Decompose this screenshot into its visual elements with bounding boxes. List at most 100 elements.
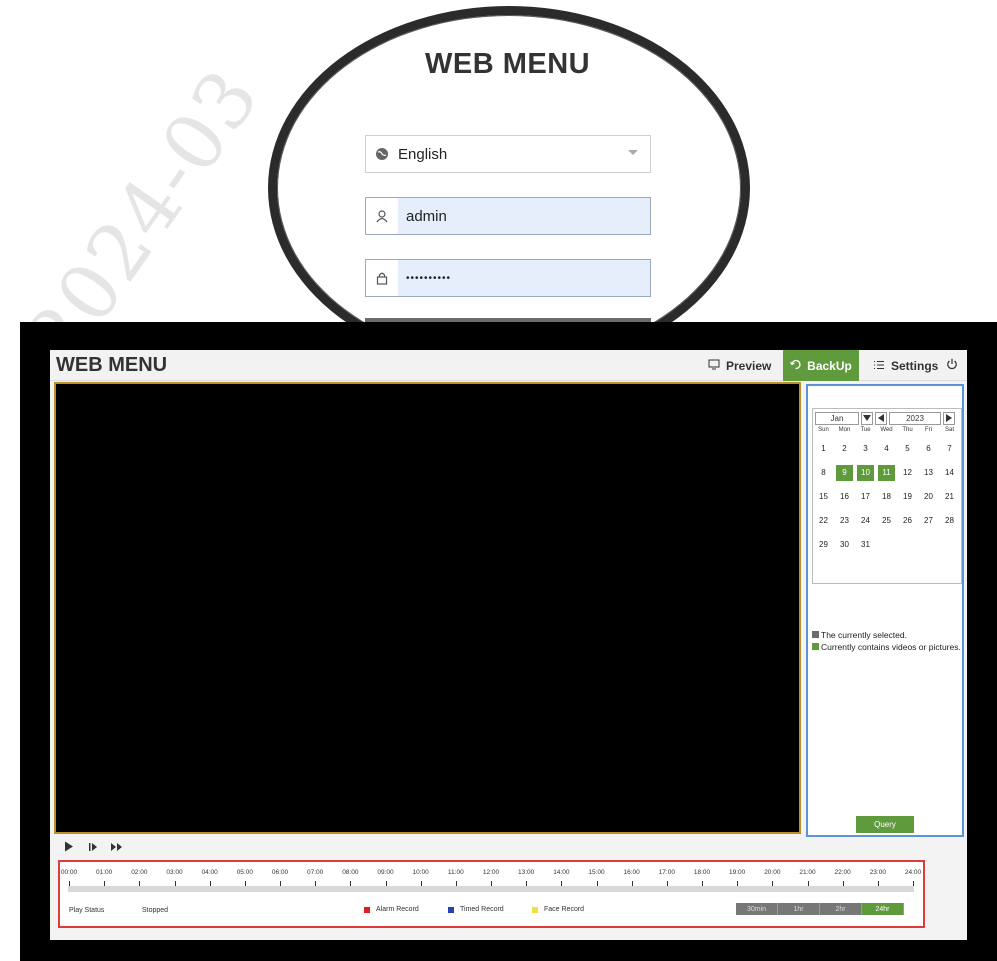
timeline-hour-label: 05:00 — [236, 869, 253, 876]
calendar-day[interactable]: 6 — [920, 441, 937, 457]
zoom-24hr-button[interactable]: 24hr — [862, 903, 904, 915]
timeline-hour-label: 12:00 — [482, 869, 500, 876]
nav-backup[interactable]: BackUp — [783, 350, 859, 381]
timeline-hour-label: 20:00 — [764, 869, 781, 876]
weekday-label: Tue — [860, 427, 871, 433]
month-dropdown-button[interactable] — [861, 411, 873, 425]
legend-has-media-label: Currently contains videos or pictures. — [821, 642, 961, 652]
calendar-day[interactable]: 5 — [899, 441, 916, 457]
timeline-hour-label: 11:00 — [447, 869, 464, 876]
calendar-day[interactable]: 25 — [878, 513, 895, 529]
calendar-day-with-recording[interactable]: 11 — [878, 465, 895, 481]
month-select[interactable]: Jan — [815, 411, 859, 425]
next-year-button[interactable] — [943, 411, 955, 425]
globe-icon — [366, 147, 398, 161]
nav-preview-label: Preview — [726, 358, 772, 373]
calendar-day[interactable]: 18 — [878, 489, 895, 505]
calendar-day[interactable]: 23 — [836, 513, 853, 529]
calendar-panel: Jan 2023 Sun Mon Tue Wed Thu Fri Sat 1 2… — [806, 384, 964, 837]
legend-has-media: Currently contains videos or pictures. — [812, 642, 962, 652]
weekday-label: Sun — [818, 427, 829, 433]
login-title: WEB MENU — [425, 48, 591, 80]
timeline-hour-label: 06:00 — [271, 869, 289, 876]
arrow-right-icon — [946, 414, 952, 422]
calendar-day[interactable]: 3 — [857, 441, 874, 457]
calendar-day[interactable]: 22 — [815, 513, 832, 529]
password-field[interactable]: •••••••••• — [365, 259, 651, 297]
calendar-day[interactable]: 8 — [815, 465, 832, 481]
top-navigation-bar: WEB MENU Preview BackUp Settings — [50, 350, 967, 381]
power-button[interactable] — [946, 350, 958, 381]
timeline-hour-label: 18:00 — [693, 869, 711, 876]
power-icon — [946, 358, 958, 373]
fast-forward-button[interactable] — [110, 842, 123, 854]
alarm-record-swatch — [364, 906, 370, 913]
calendar-day[interactable]: 27 — [920, 513, 937, 529]
zoom-30min-button[interactable]: 30min — [736, 903, 778, 915]
calendar-day-with-recording[interactable]: 9 — [836, 465, 853, 481]
calendar-day[interactable]: 16 — [836, 489, 853, 505]
query-button[interactable]: Query — [856, 816, 914, 833]
calendar-day[interactable]: 31 — [857, 537, 874, 553]
password-value: •••••••••• — [406, 272, 452, 284]
timeline-hour-label: 23:00 — [869, 869, 886, 876]
weekday-label: Sat — [944, 427, 954, 433]
calendar-day[interactable]: 28 — [941, 513, 958, 529]
calendar-day[interactable]: 19 — [899, 489, 916, 505]
play-icon — [64, 839, 74, 857]
legend-selected: The currently selected. — [812, 630, 962, 640]
play-button[interactable] — [64, 839, 74, 857]
timeline-track[interactable] — [68, 886, 914, 892]
step-forward-button[interactable] — [88, 842, 98, 854]
fast-forward-icon — [110, 839, 123, 857]
play-status-label: Play Status — [69, 907, 105, 914]
timeline-hour-label: 13:00 — [518, 869, 535, 876]
undo-icon — [790, 359, 801, 373]
calendar-day[interactable]: 29 — [815, 537, 832, 553]
playback-video-area[interactable] — [54, 382, 801, 834]
app-brand: WEB MENU — [56, 354, 168, 376]
weekday-label: Thu — [902, 427, 913, 433]
legend-face-record: Face Record — [532, 906, 584, 913]
nav-preview[interactable]: Preview — [708, 350, 772, 381]
timeline-hour-label: 15:00 — [588, 869, 605, 876]
calendar-day-with-recording[interactable]: 10 — [857, 465, 874, 481]
calendar-day[interactable]: 2 — [836, 441, 853, 457]
monitor-icon — [708, 359, 720, 373]
login-zoom-callout: WEB MENU English admin •••••••••• — [268, 6, 750, 370]
timeline-hour-label: 16:00 — [623, 869, 640, 876]
calendar-day[interactable]: 7 — [941, 441, 958, 457]
face-record-label: Face Record — [544, 906, 585, 913]
screenshot-stage: 2024-03 WEB MENU English admin •••••••••… — [0, 0, 997, 961]
calendar-day[interactable]: 24 — [857, 513, 874, 529]
timeline-hour-label: 21:00 — [799, 869, 816, 876]
timeline-hour-label: 02:00 — [131, 869, 148, 876]
calendar-day[interactable]: 15 — [815, 489, 832, 505]
calendar-day[interactable]: 30 — [836, 537, 853, 553]
calendar-day[interactable]: 21 — [941, 489, 958, 505]
weekday-label: Wed — [880, 427, 893, 433]
calendar-day[interactable]: 4 — [878, 441, 895, 457]
calendar-day[interactable]: 1 — [815, 441, 832, 457]
zoom-1hr-button[interactable]: 1hr — [778, 903, 820, 915]
step-forward-icon — [88, 839, 98, 857]
calendar-day[interactable]: 12 — [899, 465, 916, 481]
zoom-2hr-button[interactable]: 2hr — [820, 903, 862, 915]
calendar-day[interactable]: 13 — [920, 465, 937, 481]
year-field[interactable]: 2023 — [889, 411, 941, 425]
timed-record-label: Timed Record — [460, 906, 504, 913]
year-value: 2023 — [906, 413, 924, 423]
nav-settings[interactable]: Settings — [873, 350, 938, 381]
timeline-hour-label: 17:00 — [658, 869, 675, 876]
legend-timed-record: Timed Record — [448, 906, 504, 913]
calendar-day[interactable]: 17 — [857, 489, 874, 505]
timeline-hour-label: 01:00 — [96, 869, 113, 876]
calendar-day[interactable]: 14 — [941, 465, 958, 481]
prev-year-button[interactable] — [875, 411, 887, 425]
timeline-hour-label: 04:00 — [201, 869, 218, 876]
language-select[interactable]: English — [365, 135, 651, 173]
user-icon — [366, 198, 398, 234]
calendar-day[interactable]: 26 — [899, 513, 916, 529]
username-field[interactable]: admin — [365, 197, 651, 235]
calendar-day[interactable]: 20 — [920, 489, 937, 505]
